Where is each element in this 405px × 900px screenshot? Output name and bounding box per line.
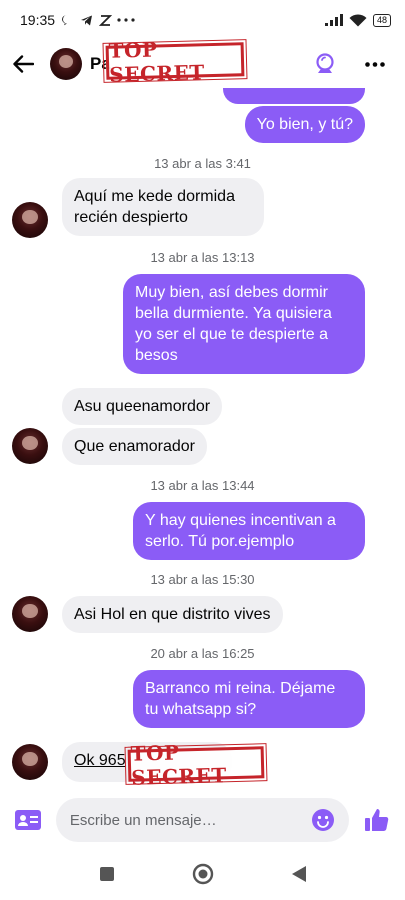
wifi-icon bbox=[349, 13, 367, 27]
more-options-icon[interactable] bbox=[361, 50, 389, 78]
message-text: Ok 965 bbox=[74, 752, 126, 769]
home-circle-icon[interactable] bbox=[191, 862, 215, 886]
thumbs-up-icon[interactable] bbox=[361, 804, 393, 836]
message-bubble-outgoing[interactable]: Barranco mi reina. Déjame tu whatsapp si… bbox=[133, 670, 365, 728]
contact-card-icon[interactable] bbox=[12, 804, 44, 836]
message-bubble-outgoing[interactable]: Yo bien, y tú? bbox=[244, 106, 365, 143]
message-composer bbox=[0, 792, 405, 848]
chat-bubble-icon bbox=[60, 13, 74, 27]
timestamp: 13 abr a las 15:30 bbox=[150, 572, 255, 587]
message-bubble-incoming[interactable]: Aquí me kede dormida recién despierto bbox=[62, 178, 264, 236]
top-secret-stamp: TOP SECRET bbox=[102, 37, 248, 87]
contact-avatar-small[interactable] bbox=[12, 428, 48, 464]
message-bubble-outgoing[interactable]: Y hay quienes incentivan a serlo. Tú por… bbox=[133, 502, 365, 560]
timestamp: 13 abr a las 13:44 bbox=[150, 478, 255, 493]
contact-avatar-small[interactable] bbox=[12, 202, 48, 238]
timestamp: 20 abr a las 16:25 bbox=[150, 646, 255, 661]
message-list[interactable]: Yo bien, y tú? 13 abr a las 3:41 Aquí me… bbox=[0, 88, 405, 792]
telegram-icon bbox=[79, 13, 93, 27]
recents-square-icon[interactable] bbox=[95, 862, 119, 886]
signal-icon bbox=[324, 13, 343, 27]
back-arrow-icon[interactable] bbox=[10, 51, 36, 77]
battery-indicator: 48 bbox=[372, 13, 391, 27]
back-triangle-icon[interactable] bbox=[287, 862, 311, 886]
timestamp: 13 abr a las 3:41 bbox=[154, 156, 251, 171]
system-navigation-bar bbox=[0, 848, 405, 900]
contact-avatar-small[interactable] bbox=[12, 744, 48, 780]
top-secret-stamp: TOP SECRET bbox=[124, 740, 268, 790]
status-bar: 19:35 48 bbox=[0, 0, 405, 40]
message-bubble-incoming[interactable]: Que enamorador bbox=[62, 428, 207, 465]
more-notifications-icon bbox=[117, 13, 135, 27]
message-input-container bbox=[55, 798, 350, 842]
message-bubble-incoming[interactable]: Asu queenamordor bbox=[62, 388, 223, 425]
emoji-icon[interactable] bbox=[307, 804, 339, 836]
message-bubble-outgoing-partial[interactable] bbox=[223, 88, 365, 104]
timestamp: 13 abr a las 13:13 bbox=[150, 250, 255, 265]
message-input[interactable] bbox=[69, 811, 308, 829]
message-bubble-outgoing[interactable]: Muy bien, así debes dormir bella durmien… bbox=[123, 274, 365, 374]
status-time: 19:35 bbox=[20, 12, 56, 28]
message-bubble-incoming[interactable]: Asi Hol en que distrito vives bbox=[62, 596, 283, 633]
crystal-ball-icon[interactable] bbox=[311, 50, 339, 78]
contact-avatar[interactable] bbox=[50, 48, 82, 80]
capcut-icon bbox=[98, 13, 112, 27]
contact-avatar-small[interactable] bbox=[12, 596, 48, 632]
